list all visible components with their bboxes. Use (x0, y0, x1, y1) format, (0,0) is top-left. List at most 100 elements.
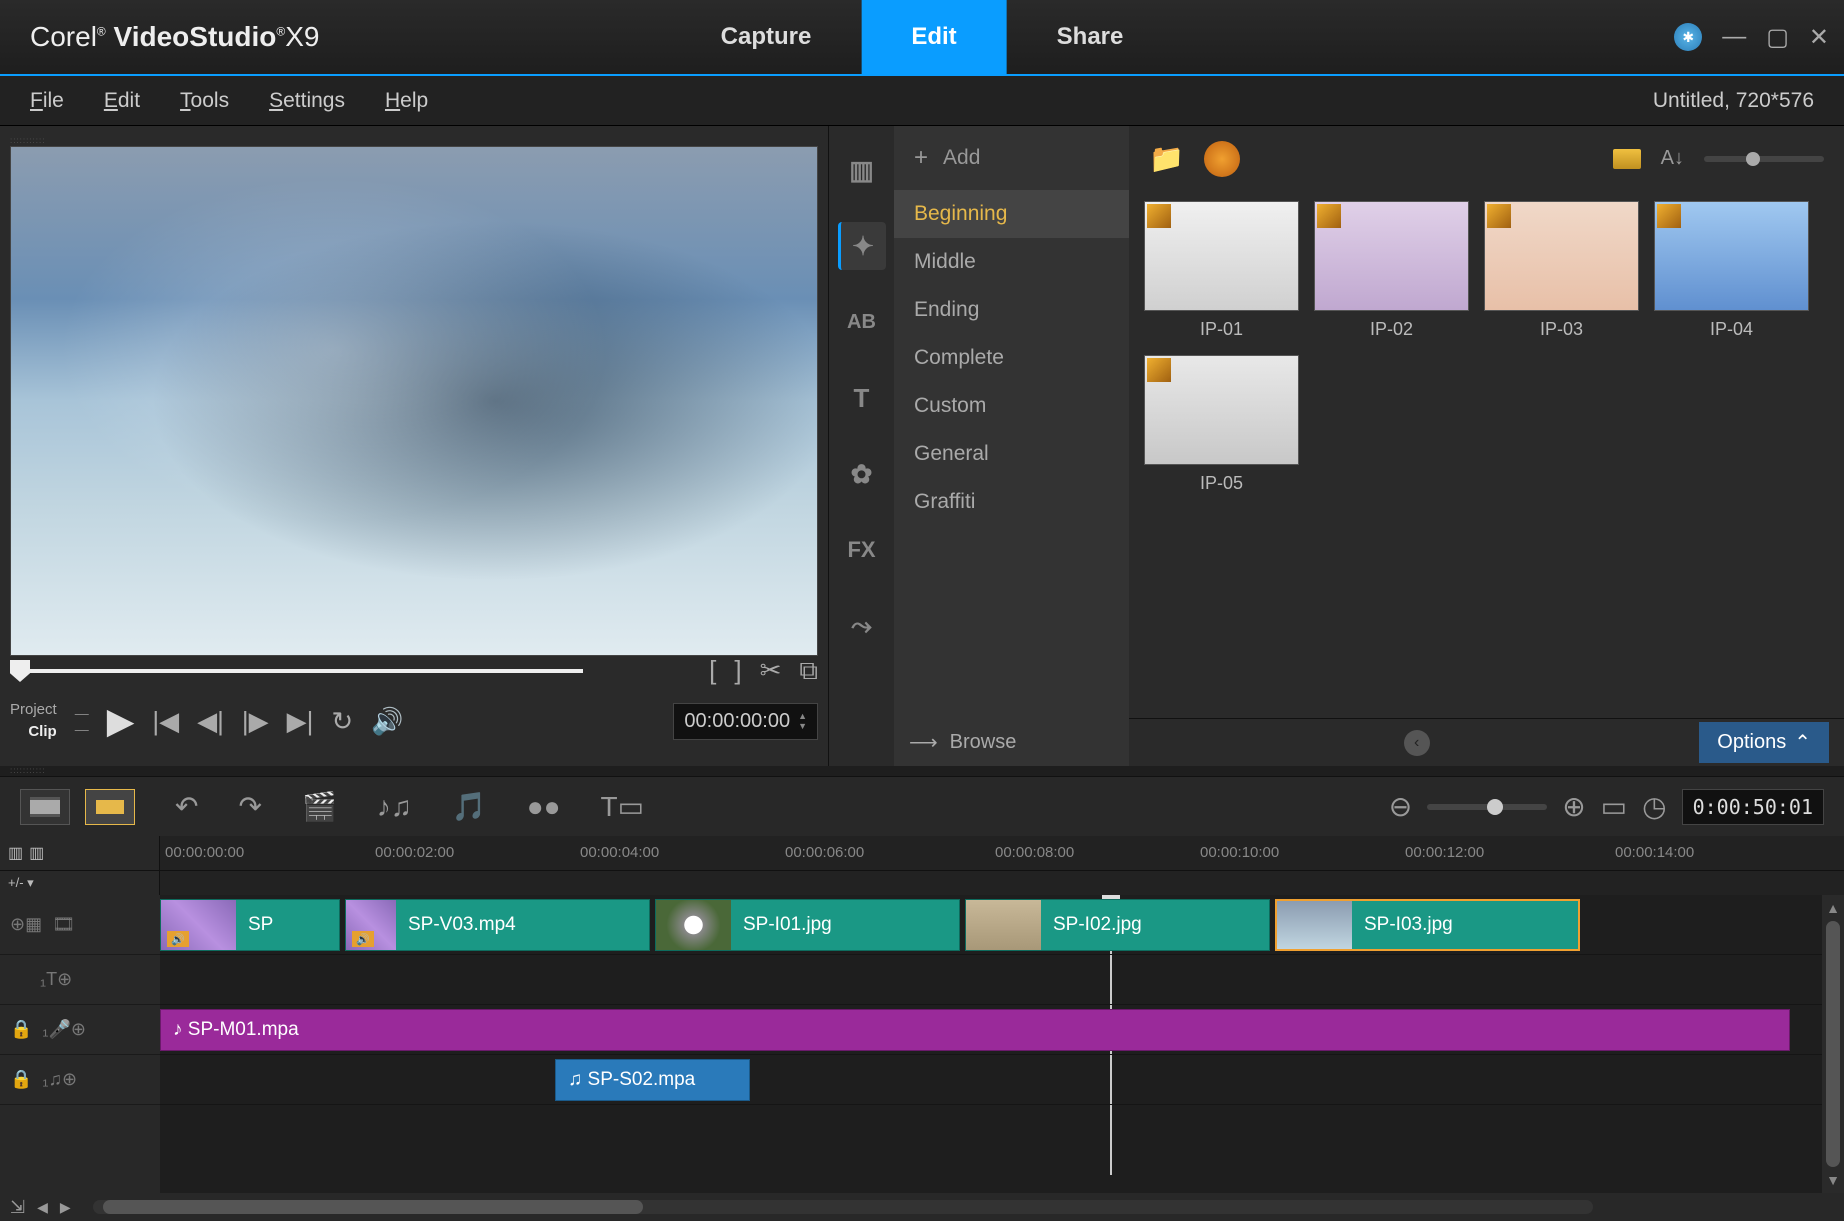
zoom-in-icon[interactable]: ⊕ (1562, 790, 1585, 823)
mark-in-icon[interactable]: [ (709, 655, 716, 687)
cat-custom[interactable]: Custom (894, 382, 1129, 430)
timeline-timecode[interactable]: 0:00:50:01 (1682, 789, 1824, 825)
clock-icon[interactable]: ◷ (1642, 790, 1666, 823)
maximize-button[interactable]: ▢ (1766, 23, 1789, 52)
instant-project-tab-icon[interactable]: ✦ (838, 222, 886, 270)
cat-ending[interactable]: Ending (894, 286, 1129, 334)
timeline-drag-handle[interactable]: ::::::::::: (0, 766, 1844, 776)
cat-middle[interactable]: Middle (894, 238, 1129, 286)
menu-tools[interactable]: Tools (180, 89, 229, 113)
thumb-ip05[interactable]: IP-05 (1144, 355, 1299, 494)
scroll-left-icon[interactable]: ‹ (1404, 730, 1430, 756)
music-track-row[interactable]: ♫ SP-S02.mpa (160, 1055, 1822, 1105)
title-track-header[interactable]: ₁T⊕ (0, 955, 160, 1005)
tab-capture[interactable]: Capture (671, 0, 862, 74)
add-track-button[interactable]: +/- ▾ (0, 871, 160, 895)
title-tab-icon[interactable]: T (838, 374, 886, 422)
clip-spi02[interactable]: SP-I02.jpg (965, 899, 1270, 951)
thumb-ip03[interactable]: IP-03 (1484, 201, 1639, 340)
scrubber[interactable]: [ ] ✂ ⧉ (10, 656, 818, 686)
graphic-tab-icon[interactable]: ✿ (838, 450, 886, 498)
drag-handle[interactable]: ::::::::::: (10, 136, 818, 146)
folder-icon[interactable]: 📁 (1149, 142, 1184, 175)
clip-sps02[interactable]: ♫ SP-S02.mpa (555, 1059, 750, 1101)
menubar: File Edit Tools Settings Help Untitled, … (0, 76, 1844, 126)
preview-timecode[interactable]: 00:00:00:00 ▲▼ (673, 703, 818, 740)
close-button[interactable]: ✕ (1809, 23, 1829, 52)
fx-tab-icon[interactable]: FX (838, 526, 886, 574)
subtitle-icon[interactable]: T▭ (601, 790, 645, 823)
menu-settings[interactable]: Settings (269, 89, 345, 113)
prev-clip-icon[interactable]: |◀ (152, 706, 179, 737)
hscroll-right-icon[interactable]: ▶ (60, 1199, 71, 1216)
menu-help[interactable]: Help (385, 89, 428, 113)
sort-icon[interactable]: A↓ (1661, 147, 1684, 170)
mark-out-icon[interactable]: ] (734, 655, 741, 687)
path-tab-icon[interactable]: ⤳ (838, 602, 886, 650)
cat-general[interactable]: General (894, 430, 1129, 478)
circle-icon[interactable] (1204, 141, 1240, 177)
tab-edit[interactable]: Edit (861, 0, 1006, 74)
horizontal-scrollbar[interactable] (93, 1200, 1593, 1214)
track-motion-icon[interactable]: ●● (527, 791, 561, 823)
preview-controls: Project Clip —— ▶ |◀ ◀| |▶ ▶| ↻ 🔊 00:00:… (10, 686, 818, 756)
auto-music-icon[interactable]: 🎵 (452, 790, 487, 823)
thumb-ip01[interactable]: IP-01 (1144, 201, 1299, 340)
transitions-tab-icon[interactable]: AB (838, 298, 886, 346)
prev-frame-icon[interactable]: ◀| (197, 706, 224, 737)
redo-icon[interactable]: ↷ (238, 790, 261, 823)
vertical-scrollbar[interactable]: ▲ ▼ (1822, 895, 1844, 1193)
timeline-ruler[interactable]: 00:00:00:00 00:00:02:00 00:00:04:00 00:0… (160, 836, 1844, 870)
music-track-header[interactable]: 🔒 ₁♫⊕ (0, 1055, 160, 1105)
hscroll-left-icon[interactable]: ◀ (37, 1199, 48, 1216)
clip-sp[interactable]: SP🔊 (160, 899, 340, 951)
video-track-row[interactable]: SP🔊 SP-V03.mp4🔊 SP-I01.jpg SP-I02.jpg SP… (160, 895, 1822, 955)
thumb-zoom-slider[interactable] (1704, 156, 1824, 162)
cat-graffiti[interactable]: Graffiti (894, 478, 1129, 526)
clip-spi03[interactable]: SP-I03.jpg (1275, 899, 1580, 951)
preview-video[interactable] (10, 146, 818, 656)
add-category-button[interactable]: +Add (894, 126, 1129, 190)
scrub-track[interactable] (28, 669, 583, 673)
tab-share[interactable]: Share (1007, 0, 1174, 74)
voice-track-row[interactable]: ♪ SP-M01.mpa (160, 1005, 1822, 1055)
thumb-ip02[interactable]: IP-02 (1314, 201, 1469, 340)
voice-track-header[interactable]: 🔒 ₁🎤⊕ (0, 1005, 160, 1055)
split-icon[interactable]: ⧉ (799, 655, 818, 687)
scrub-handle[interactable] (10, 660, 30, 682)
thumb-ip04[interactable]: IP-04 (1654, 201, 1809, 340)
cat-complete[interactable]: Complete (894, 334, 1129, 382)
browse-button[interactable]: ⟶Browse (909, 730, 1016, 755)
video-track-header[interactable]: ⊕▦ 🎞 (0, 895, 160, 955)
options-button[interactable]: Options⌃ (1699, 722, 1829, 763)
window-controls: ✱ — ▢ ✕ (1674, 23, 1829, 52)
clip-spi01[interactable]: SP-I01.jpg (655, 899, 960, 951)
media-tab-icon[interactable]: ▥ (838, 146, 886, 194)
minimize-button[interactable]: — (1722, 23, 1746, 51)
menu-file[interactable]: File (30, 89, 64, 113)
cat-beginning[interactable]: Beginning (894, 190, 1129, 238)
repeat-icon[interactable]: ↻ (331, 706, 353, 737)
storyboard-view-button[interactable] (20, 789, 70, 825)
clip-spm01[interactable]: ♪ SP-M01.mpa (160, 1009, 1790, 1051)
record-icon[interactable]: 🎬 (302, 790, 337, 823)
undo-icon[interactable]: ↶ (175, 790, 198, 823)
next-frame-icon[interactable]: |▶ (242, 706, 269, 737)
timeline-view-button[interactable] (85, 789, 135, 825)
track-content[interactable]: SP🔊 SP-V03.mp4🔊 SP-I01.jpg SP-I02.jpg SP… (160, 895, 1822, 1193)
view-mode-icon[interactable] (1613, 149, 1641, 169)
collapse-icon[interactable]: ⇲ (10, 1197, 25, 1218)
zoom-out-icon[interactable]: ⊖ (1389, 790, 1412, 823)
timeline-zoom-slider[interactable] (1427, 804, 1547, 810)
audio-mixer-icon[interactable]: ♪♫ (377, 791, 412, 823)
play-button[interactable]: ▶ (107, 700, 135, 742)
fit-icon[interactable]: ▭ (1601, 790, 1627, 823)
mode-labels[interactable]: Project Clip (10, 699, 57, 744)
menu-edit[interactable]: Edit (104, 89, 140, 113)
clip-spv03[interactable]: SP-V03.mp4🔊 (345, 899, 650, 951)
volume-icon[interactable]: 🔊 (371, 706, 403, 737)
cut-icon[interactable]: ✂ (760, 655, 782, 687)
next-clip-icon[interactable]: ▶| (287, 706, 314, 737)
title-track-row[interactable] (160, 955, 1822, 1005)
help-icon[interactable]: ✱ (1674, 23, 1702, 51)
